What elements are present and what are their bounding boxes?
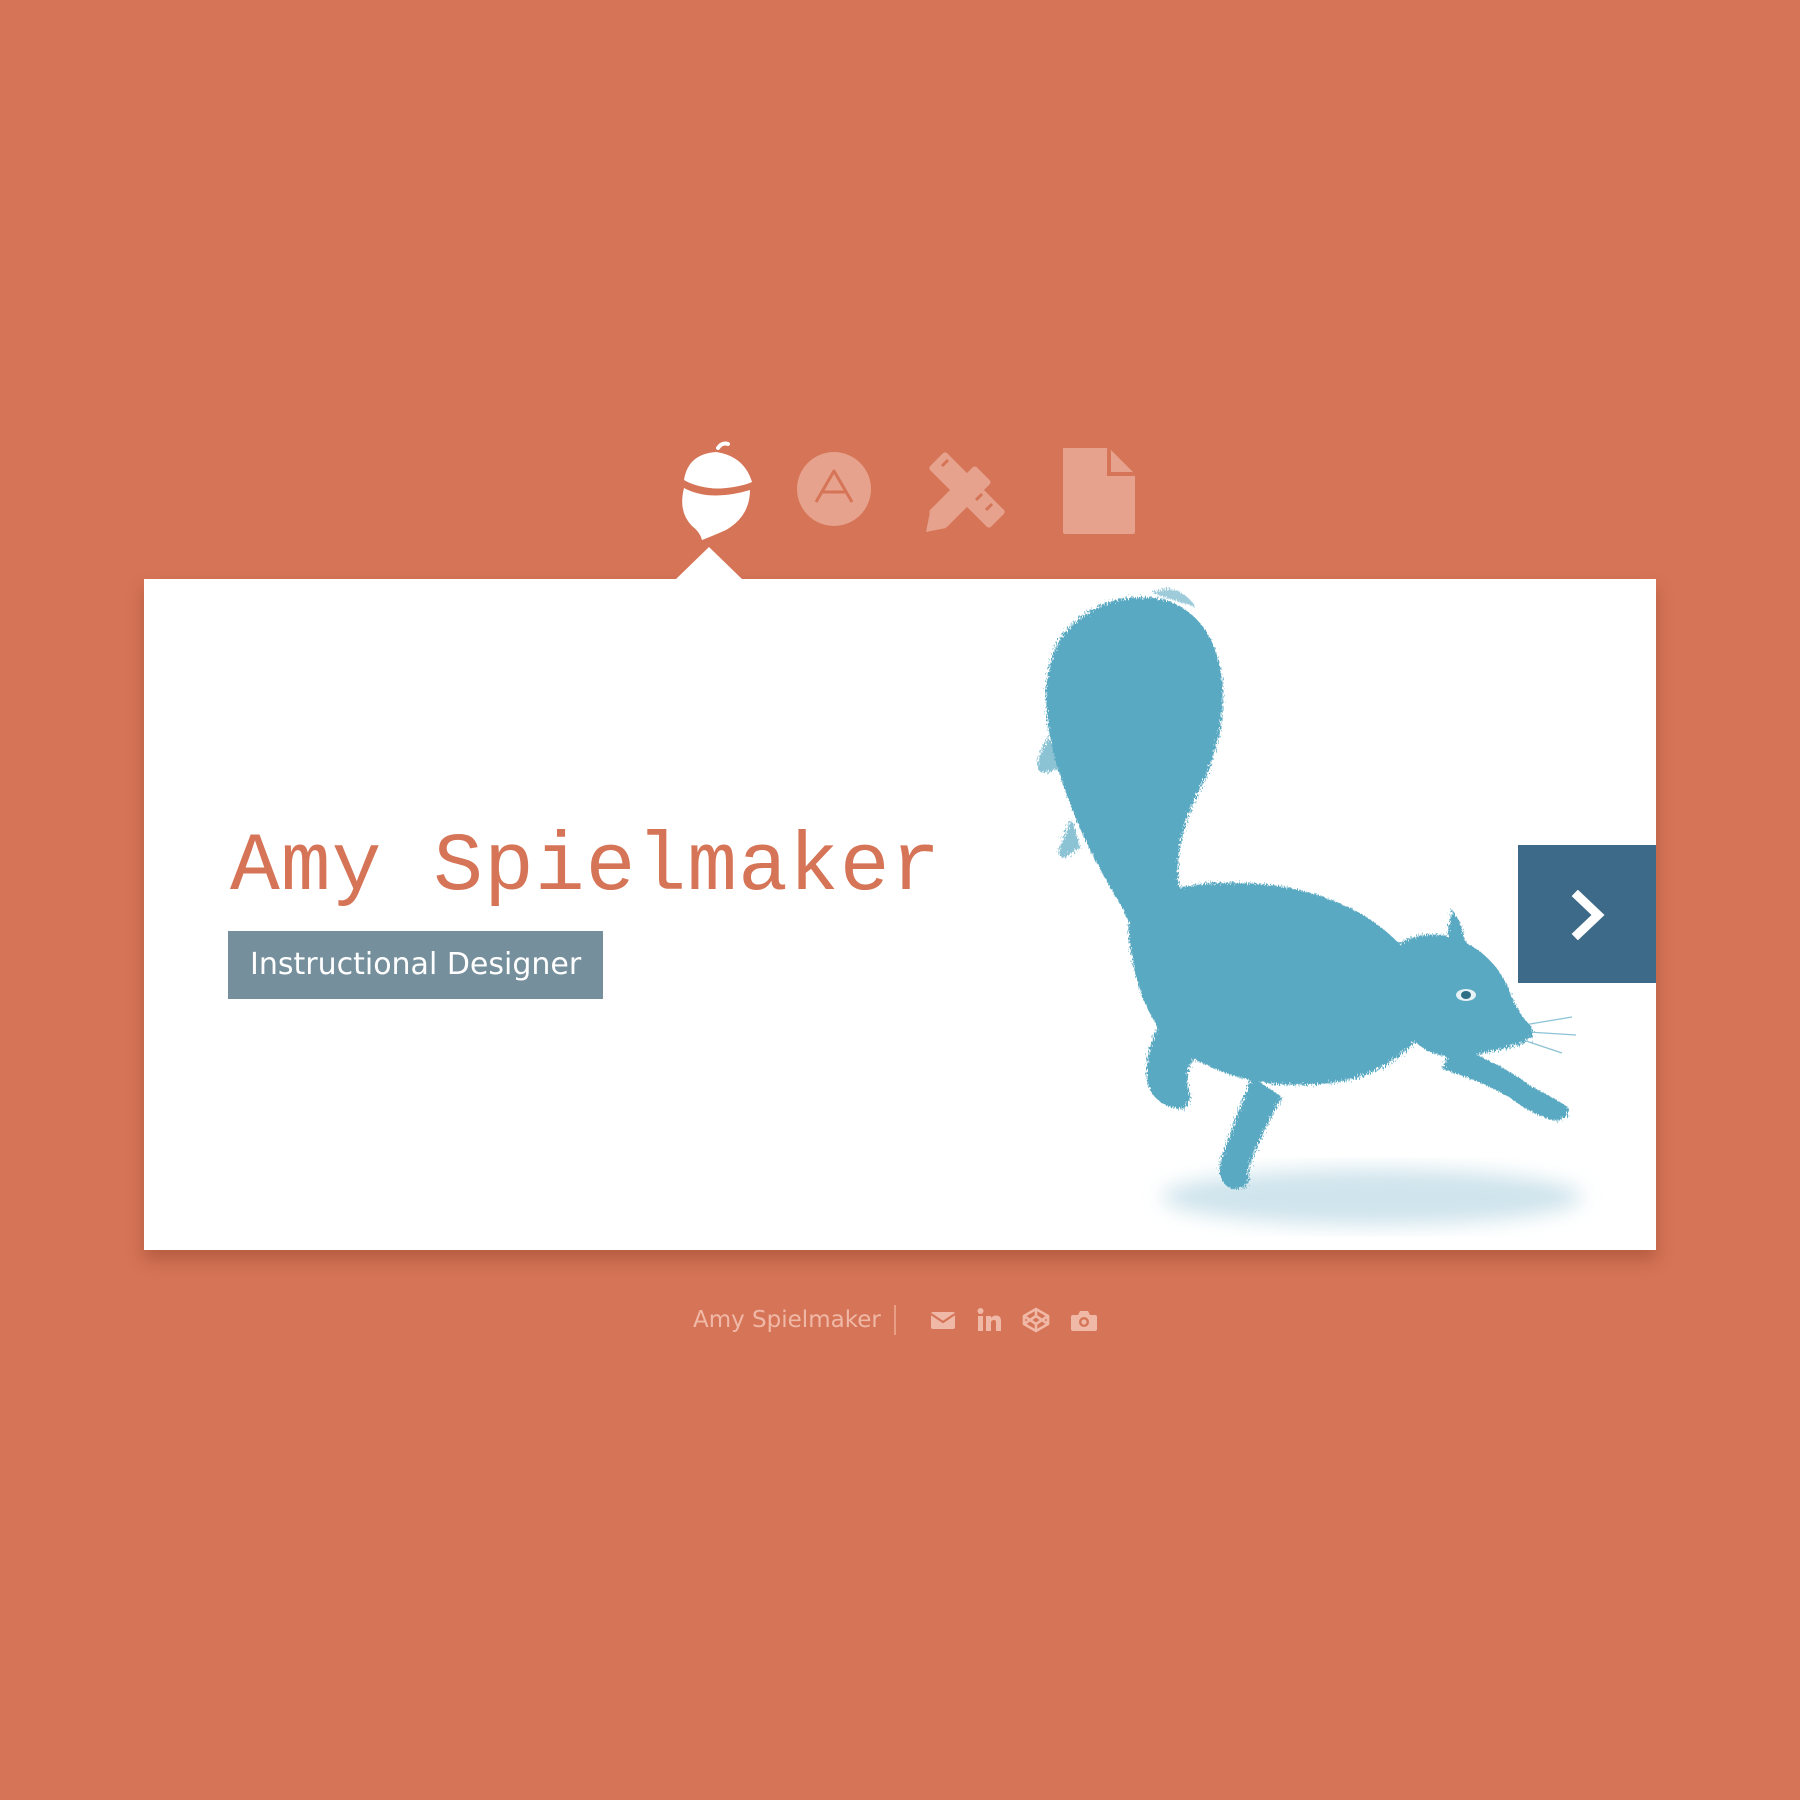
document-icon [1063, 448, 1135, 534]
nav-item-articulate[interactable] [789, 440, 879, 540]
hero-name: Amy Spielmaker [230, 820, 942, 914]
footer-name: Amy Spielmaker [693, 1307, 881, 1333]
profile-card: Amy Spielmaker Instructional Designer [144, 547, 1656, 1250]
codepen-link[interactable] [1021, 1306, 1051, 1334]
nav-item-about[interactable] [670, 440, 760, 540]
camera-icon [1071, 1311, 1097, 1331]
linkedin-icon [977, 1308, 1001, 1331]
camera-link[interactable] [1069, 1306, 1099, 1334]
active-tab-pointer [675, 547, 743, 580]
footer-divider [894, 1305, 896, 1335]
next-slide-button[interactable] [1518, 845, 1656, 983]
email-icon [930, 1312, 956, 1329]
nav-item-tools[interactable] [920, 440, 1010, 540]
a-circle-icon [797, 452, 871, 526]
linkedin-link[interactable] [974, 1306, 1004, 1334]
pencil-ruler-icon [926, 452, 1005, 532]
nav-item-resume[interactable] [1055, 440, 1145, 540]
codepen-icon [1022, 1307, 1050, 1333]
email-link[interactable] [928, 1306, 958, 1334]
chevron-right-icon [1571, 890, 1605, 940]
role-badge: Instructional Designer [228, 931, 604, 999]
acorn-icon [681, 441, 755, 540]
top-icon-nav [0, 440, 1800, 540]
site-footer: Amy Spielmaker [0, 1300, 1800, 1340]
